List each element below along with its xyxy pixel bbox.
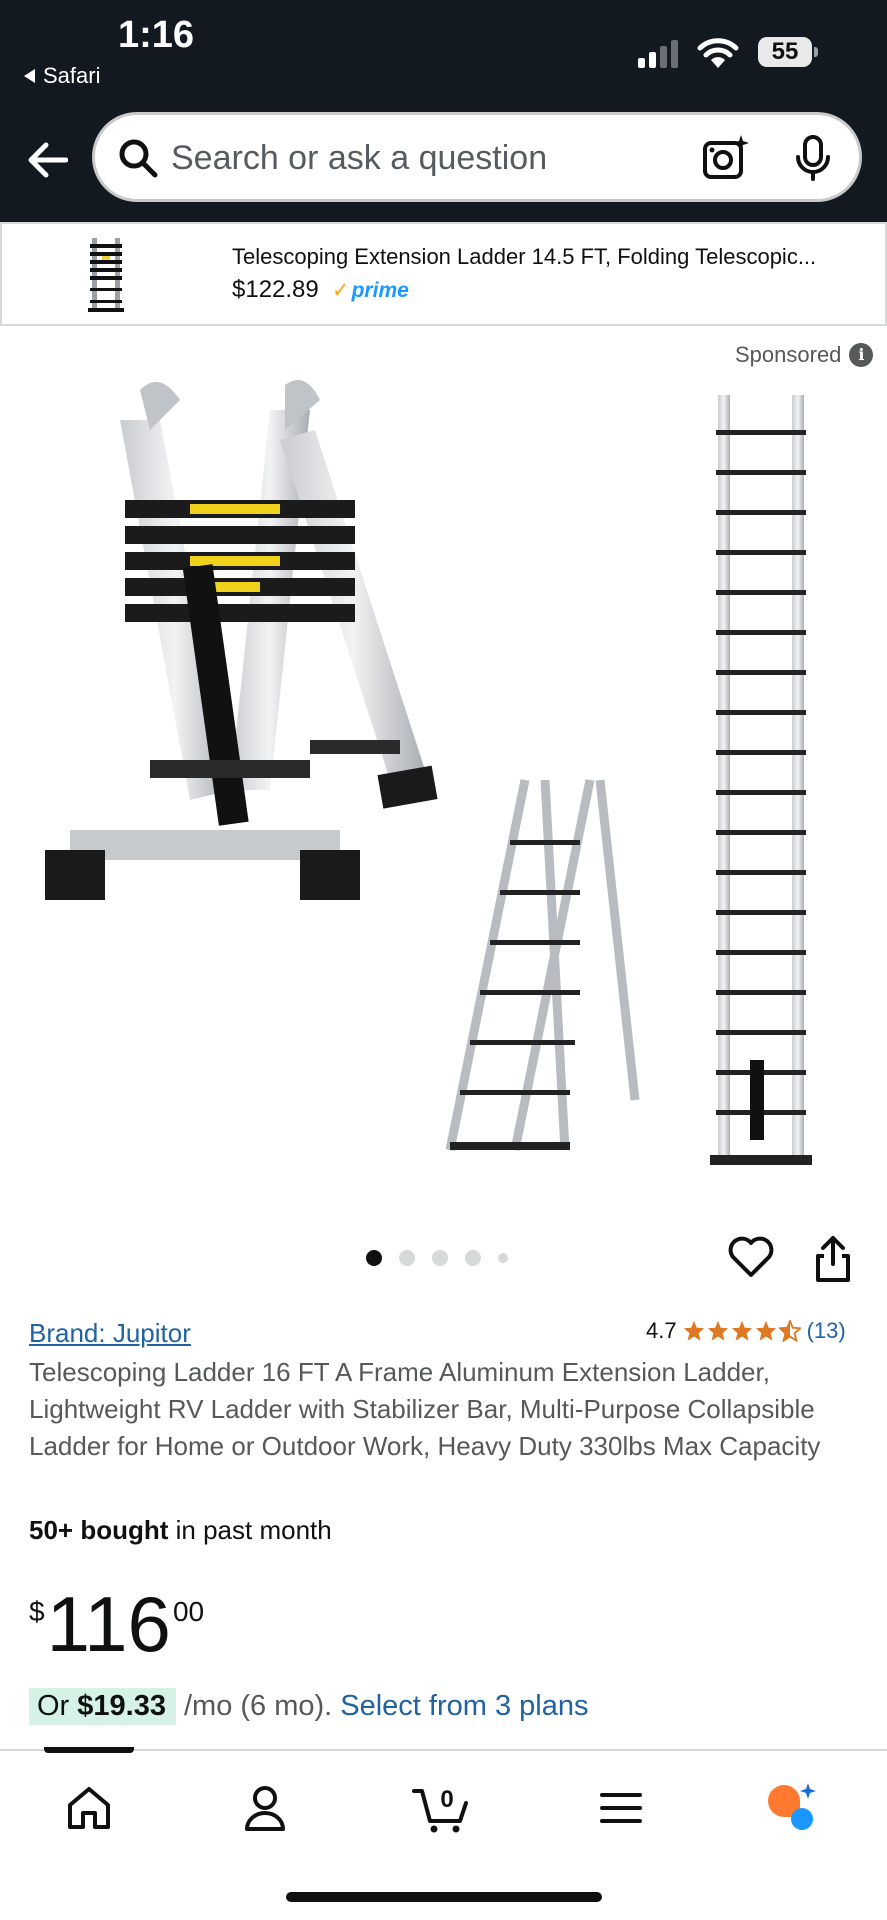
wifi-icon	[697, 38, 739, 68]
battery-level: 55	[758, 37, 812, 67]
cart-count: 0	[440, 1786, 453, 1813]
info-icon[interactable]: i	[849, 343, 874, 367]
active-tab-indicator	[44, 1747, 134, 1753]
microphone-icon[interactable]	[793, 133, 833, 183]
sticky-product-bar[interactable]: Telescoping Extension Ladder 14.5 FT, Fo…	[0, 222, 887, 326]
search-bar[interactable]: Search or ask a question	[92, 112, 862, 202]
camera-search-icon[interactable]	[701, 133, 751, 183]
search-icon	[119, 139, 158, 178]
installment-term: /mo (6 mo).	[183, 1690, 333, 1722]
product-title: Telescoping Ladder 16 FT A Frame Aluminu…	[29, 1357, 821, 1461]
heart-icon[interactable]	[728, 1236, 774, 1278]
star-rating	[683, 1320, 801, 1342]
menu-icon[interactable]	[594, 1781, 648, 1835]
select-plans-link[interactable]: Select from 3 plans	[340, 1690, 588, 1723]
star-icon	[755, 1320, 776, 1341]
carousel-dot[interactable]	[432, 1250, 448, 1266]
back-triangle-icon	[24, 69, 35, 83]
prime-badge: ✓ prime	[332, 278, 409, 303]
price-symbol: $	[29, 1596, 45, 1627]
a-frame-ladder-large	[45, 380, 438, 900]
sponsored-text: Sponsored	[735, 342, 842, 367]
product-thumbnail	[88, 238, 124, 312]
home-indicator	[286, 1892, 602, 1902]
straight-ladder-tall	[710, 395, 812, 1165]
cart-icon[interactable]: 0	[412, 1781, 474, 1835]
back-arrow-icon[interactable]	[26, 140, 68, 180]
installment-amount-badge: Or $19.33	[29, 1688, 176, 1725]
sticky-product-title: Telescoping Extension Ladder 14.5 FT, Fo…	[232, 244, 817, 269]
header: 1:16 Safari 55 Search or ask a question	[0, 0, 887, 222]
review-count-link[interactable]: (13)	[807, 1318, 846, 1344]
status-time: 1:16	[118, 14, 195, 56]
image-carousel-dots[interactable]	[366, 1250, 508, 1266]
share-icon[interactable]	[812, 1234, 854, 1284]
back-to-safari[interactable]: Safari	[24, 63, 100, 89]
brand-link[interactable]: Brand: Jupitor	[29, 1318, 191, 1349]
half-star-icon	[778, 1320, 801, 1342]
sticky-product-price: $122.89	[232, 276, 319, 303]
search-input[interactable]: Search or ask a question	[171, 139, 547, 178]
installment-plans: Or $19.33 /mo (6 mo). Select from 3 plan…	[29, 1688, 588, 1725]
rufus-icon[interactable]	[764, 1781, 818, 1835]
bought-count: 50+ bought	[29, 1515, 169, 1545]
rating-summary[interactable]: 4.7 (13)	[646, 1318, 846, 1344]
bought-in-past-month: 50+ bought in past month	[29, 1515, 332, 1546]
star-icon	[731, 1320, 752, 1341]
product-price: $ 116 00	[29, 1582, 204, 1666]
cellular-signal-icon	[638, 40, 678, 68]
carousel-dot[interactable]	[465, 1250, 481, 1266]
installment-prefix: Or	[37, 1690, 78, 1722]
star-icon	[707, 1320, 728, 1341]
prime-label: prime	[351, 278, 409, 302]
back-app-label: Safari	[43, 63, 101, 88]
price-whole: 116	[46, 1580, 171, 1668]
star-icon	[683, 1320, 704, 1341]
carousel-dot[interactable]	[498, 1253, 508, 1263]
prime-check-icon: ✓	[332, 279, 350, 302]
carousel-dot[interactable]	[366, 1250, 382, 1266]
battery-nub	[814, 47, 818, 57]
carousel-dot[interactable]	[399, 1250, 415, 1266]
home-icon[interactable]	[62, 1781, 116, 1835]
account-icon[interactable]	[238, 1781, 292, 1835]
rating-value: 4.7	[646, 1318, 677, 1343]
price-fraction: 00	[172, 1596, 205, 1627]
bought-suffix: in past month	[168, 1515, 332, 1545]
product-image[interactable]	[30, 370, 860, 1180]
sponsored-label[interactable]: Sponsored i	[735, 342, 874, 368]
installment-amount: $19.33	[77, 1690, 166, 1722]
